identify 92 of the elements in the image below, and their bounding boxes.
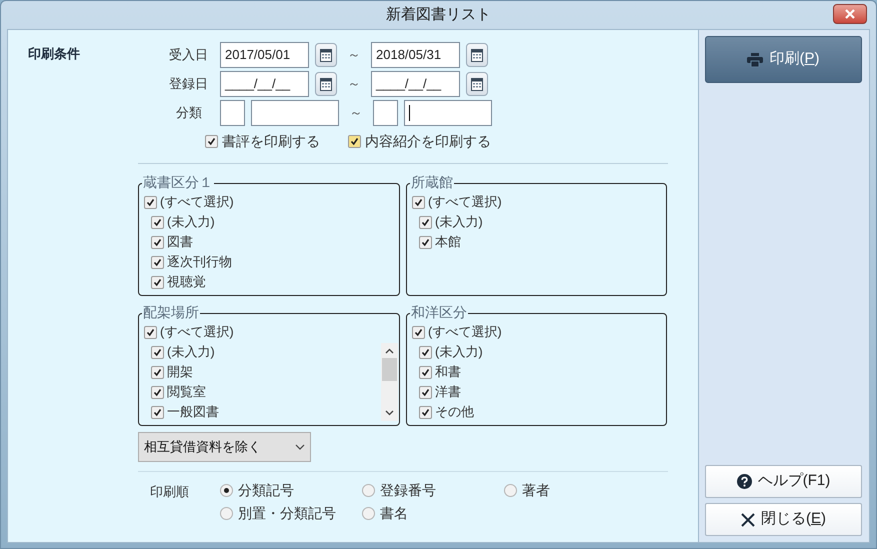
checkbox-label: 一般図書 bbox=[167, 404, 219, 420]
checkbox[interactable] bbox=[144, 326, 157, 338]
checkbox-label: (すべて選択) bbox=[160, 324, 234, 340]
checkbox[interactable] bbox=[419, 386, 432, 398]
checkbox-label: (未入力) bbox=[435, 344, 483, 360]
close-button[interactable]: 閉じる(E) bbox=[705, 503, 862, 536]
sort-order-label: 印刷順 bbox=[150, 483, 190, 501]
checkbox[interactable] bbox=[412, 196, 425, 208]
checkbox[interactable] bbox=[205, 134, 218, 148]
scroll-thumb[interactable] bbox=[382, 358, 397, 381]
scroll-down-icon[interactable] bbox=[385, 410, 394, 416]
group-title: 蔵書区分１ bbox=[142, 173, 214, 191]
checkbox[interactable] bbox=[151, 406, 164, 418]
radio-label: 別置・分類記号 bbox=[238, 504, 336, 522]
checkbox-label: (未入力) bbox=[167, 344, 215, 360]
radio-button[interactable] bbox=[220, 484, 233, 496]
checkbox[interactable] bbox=[419, 366, 432, 378]
range-separator: ～ bbox=[346, 46, 362, 64]
calendar-icon bbox=[471, 78, 483, 90]
scroll-bar[interactable] bbox=[381, 343, 398, 421]
checkbox-label: (すべて選択) bbox=[428, 324, 502, 340]
radio-button[interactable] bbox=[504, 484, 517, 496]
checkbox[interactable] bbox=[144, 196, 157, 208]
group-title: 所蔵館 bbox=[410, 173, 454, 191]
help-button[interactable]: ヘルプ(F1) bbox=[705, 465, 862, 498]
checkbox-label: (すべて選択) bbox=[160, 194, 234, 210]
chevron-down-icon bbox=[295, 444, 305, 450]
calendar-button[interactable] bbox=[315, 43, 337, 67]
code-field[interactable] bbox=[220, 100, 245, 126]
checkbox[interactable] bbox=[151, 236, 164, 248]
range-separator: ～ bbox=[348, 104, 364, 122]
date-field[interactable]: ____/__/__ bbox=[371, 71, 460, 97]
range-separator: ～ bbox=[346, 75, 362, 94]
field-label: 受入日 bbox=[168, 46, 209, 64]
checkbox[interactable] bbox=[419, 216, 432, 228]
checkbox[interactable] bbox=[419, 236, 432, 248]
checkbox-label: (未入力) bbox=[435, 214, 483, 230]
checkbox-label: (未入力) bbox=[167, 214, 215, 230]
date-field[interactable]: 2018/05/31 bbox=[371, 42, 460, 68]
radio-label: 分類記号 bbox=[238, 480, 294, 500]
radio-button[interactable] bbox=[220, 506, 233, 520]
code-field[interactable] bbox=[373, 100, 398, 126]
calendar-icon bbox=[320, 78, 332, 90]
checkbox[interactable] bbox=[151, 276, 164, 288]
calendar-button[interactable] bbox=[466, 72, 488, 96]
date-field[interactable]: 2017/05/01 bbox=[220, 42, 309, 68]
printer-icon bbox=[747, 52, 764, 66]
checkbox-label: 内容紹介を印刷する bbox=[365, 132, 491, 150]
checkbox[interactable] bbox=[419, 406, 432, 418]
checkbox-label: 書評を印刷する bbox=[222, 132, 320, 150]
field-label: 登録日 bbox=[168, 75, 209, 94]
checkbox-label: 洋書 bbox=[435, 384, 461, 400]
radio-button[interactable] bbox=[362, 484, 375, 496]
checkbox-label: 逐次刊行物 bbox=[167, 254, 232, 270]
radio-label: 登録番号 bbox=[380, 480, 436, 500]
code-field[interactable] bbox=[404, 100, 492, 126]
checkbox[interactable] bbox=[151, 386, 164, 398]
group-title: 配架場所 bbox=[142, 303, 200, 321]
checkbox[interactable] bbox=[151, 216, 164, 228]
checkbox-label: 和書 bbox=[435, 364, 461, 380]
checkbox[interactable] bbox=[412, 326, 425, 338]
calendar-icon bbox=[320, 48, 332, 62]
field-label: 分類 bbox=[175, 104, 203, 122]
print-button[interactable]: 印刷(P) bbox=[705, 36, 862, 83]
close-button[interactable] bbox=[833, 4, 867, 24]
filter-dropdown[interactable]: 相互貸借資料を除く bbox=[138, 432, 311, 462]
scroll-up-icon[interactable] bbox=[385, 348, 394, 354]
checkbox-label: 閲覧室 bbox=[167, 384, 206, 400]
checkbox-label: 本館 bbox=[435, 234, 461, 250]
radio-button[interactable] bbox=[362, 506, 375, 520]
calendar-icon bbox=[471, 48, 483, 62]
section-label: 印刷条件 bbox=[28, 46, 80, 61]
group-title: 和洋区分 bbox=[410, 303, 468, 321]
checkbox-label: (すべて選択) bbox=[428, 194, 502, 210]
calendar-button[interactable] bbox=[466, 43, 488, 67]
help-icon bbox=[736, 474, 752, 489]
checkbox-label: 図書 bbox=[167, 234, 193, 250]
checkbox-label: 視聴覚 bbox=[167, 274, 206, 290]
checkbox-label: その他 bbox=[435, 404, 474, 420]
checkbox[interactable] bbox=[151, 366, 164, 378]
checkbox[interactable] bbox=[151, 256, 164, 268]
close-icon bbox=[740, 512, 755, 526]
calendar-button[interactable] bbox=[315, 72, 337, 96]
radio-label: 書名 bbox=[380, 504, 408, 522]
checkbox[interactable] bbox=[419, 346, 432, 358]
date-field[interactable]: ____/__/__ bbox=[220, 71, 309, 97]
close-icon bbox=[845, 9, 855, 19]
checkbox[interactable] bbox=[151, 346, 164, 358]
code-field[interactable] bbox=[251, 100, 339, 126]
radio-label: 著者 bbox=[522, 480, 550, 500]
window-title: 新着図書リスト bbox=[386, 4, 491, 25]
checkbox-label: 開架 bbox=[167, 364, 193, 380]
